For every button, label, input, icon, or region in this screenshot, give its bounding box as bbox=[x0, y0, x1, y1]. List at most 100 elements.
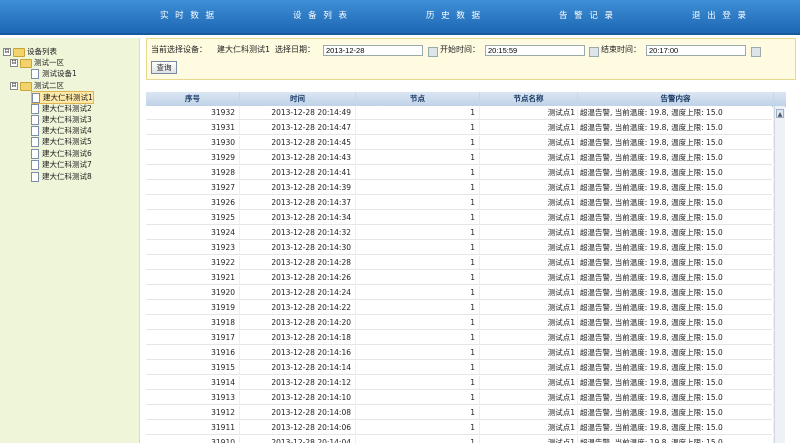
cell-node: 1 bbox=[356, 241, 480, 254]
cell-node-name: 测试点1 bbox=[480, 286, 578, 299]
table-row[interactable]: 31915 2013-12-28 20:14:14 1 测试点1 超温告警, 当前温度:… bbox=[146, 361, 774, 375]
table-row[interactable]: 31929 2013-12-28 20:14:43 1 测试点1 超温告警, 当前温度:… bbox=[146, 151, 774, 165]
cell-alarm-content: 超温告警, 当前温度: 19.8, 温度上限: 15.0 bbox=[578, 166, 774, 179]
cell-node-name: 测试点1 bbox=[480, 406, 578, 419]
collapse-icon[interactable]: ⊟ bbox=[10, 82, 18, 90]
collapse-icon[interactable]: ⊟ bbox=[3, 48, 11, 56]
cell-node: 1 bbox=[356, 151, 480, 164]
cell-alarm-content: 超温告警, 当前温度: 19.8, 温度上限: 15.0 bbox=[578, 346, 774, 359]
cell-index: 31915 bbox=[146, 361, 240, 374]
cell-time: 2013-12-28 20:14:45 bbox=[240, 136, 356, 149]
cell-node-name: 测试点1 bbox=[480, 151, 578, 164]
cell-node: 1 bbox=[356, 106, 480, 119]
table-row[interactable]: 31914 2013-12-28 20:14:12 1 测试点1 超温告警, 当前温度:… bbox=[146, 376, 774, 390]
table-row[interactable]: 31912 2013-12-28 20:14:08 1 测试点1 超温告警, 当前温度:… bbox=[146, 406, 774, 420]
cell-node-name: 测试点1 bbox=[480, 316, 578, 329]
cell-index: 31923 bbox=[146, 241, 240, 254]
column-header-alarm-content: 告警内容 bbox=[578, 92, 774, 106]
table-row[interactable]: 31923 2013-12-28 20:14:30 1 测试点1 超温告警, 当前温度:… bbox=[146, 241, 774, 255]
cell-time: 2013-12-28 20:14:16 bbox=[240, 346, 356, 359]
cell-node-name: 测试点1 bbox=[480, 211, 578, 224]
nav-device-list[interactable]: 设 备 列 表 bbox=[276, 0, 366, 33]
file-icon bbox=[31, 115, 39, 125]
cell-node-name: 测试点1 bbox=[480, 331, 578, 344]
cell-node: 1 bbox=[356, 256, 480, 269]
calendar-icon[interactable] bbox=[589, 47, 599, 57]
nav-history-data[interactable]: 历 史 数 据 bbox=[409, 0, 499, 33]
folder-icon bbox=[20, 58, 32, 68]
calendar-icon[interactable] bbox=[428, 47, 438, 57]
cell-index: 31912 bbox=[146, 406, 240, 419]
tree-device-label: 建大仁科测试1 bbox=[43, 93, 93, 102]
current-device-name: 建大仁科测试1 bbox=[217, 45, 271, 54]
cell-node-name: 测试点1 bbox=[480, 106, 578, 119]
end-time-label: 结束时间： bbox=[601, 45, 641, 54]
table-row[interactable]: 31919 2013-12-28 20:14:22 1 测试点1 超温告警, 当前温度:… bbox=[146, 301, 774, 315]
table-row[interactable]: 31911 2013-12-28 20:14:06 1 测试点1 超温告警, 当前温度:… bbox=[146, 421, 774, 435]
cell-alarm-content: 超温告警, 当前温度: 19.8, 温度上限: 15.0 bbox=[578, 391, 774, 404]
date-input[interactable] bbox=[323, 45, 423, 56]
cell-node-name: 测试点1 bbox=[480, 346, 578, 359]
tree-device-item[interactable]: 建大仁科测试3 bbox=[31, 114, 92, 125]
nav-logout[interactable]: 退 出 登 录 bbox=[675, 0, 765, 33]
table-row[interactable]: 31917 2013-12-28 20:14:18 1 测试点1 超温告警, 当前温度:… bbox=[146, 331, 774, 345]
cell-index: 31914 bbox=[146, 376, 240, 389]
tree-device-label: 建大仁科测试8 bbox=[42, 172, 92, 181]
cell-node-name: 测试点1 bbox=[480, 436, 578, 443]
table-row[interactable]: 31910 2013-12-28 20:14:04 1 测试点1 超温告警, 当前温度:… bbox=[146, 436, 774, 443]
tree-device-item[interactable]: 建大仁科测试4 bbox=[31, 125, 92, 136]
cell-alarm-content: 超温告警, 当前温度: 19.8, 温度上限: 15.0 bbox=[578, 181, 774, 194]
query-button[interactable]: 查询 bbox=[151, 61, 177, 74]
tree-device-item[interactable]: 建大仁科测试6 bbox=[31, 148, 92, 159]
tree-device-item[interactable]: 建大仁科测试8 bbox=[31, 171, 92, 182]
cell-index: 31921 bbox=[146, 271, 240, 284]
collapse-icon[interactable]: ⊟ bbox=[10, 59, 18, 67]
cell-time: 2013-12-28 20:14:18 bbox=[240, 331, 356, 344]
table-row[interactable]: 31920 2013-12-28 20:14:24 1 测试点1 超温告警, 当前温度:… bbox=[146, 286, 774, 300]
table-row[interactable]: 31932 2013-12-28 20:14:49 1 测试点1 超温告警, 当前温度:… bbox=[146, 106, 774, 120]
cell-time: 2013-12-28 20:14:32 bbox=[240, 226, 356, 239]
current-device-label: 当前选择设备： bbox=[151, 45, 207, 54]
table-row[interactable]: 31924 2013-12-28 20:14:32 1 测试点1 超温告警, 当前温度:… bbox=[146, 226, 774, 240]
date-label: 选择日期： bbox=[275, 45, 315, 54]
table-row[interactable]: 31926 2013-12-28 20:14:37 1 测试点1 超温告警, 当前温度:… bbox=[146, 196, 774, 210]
table-row[interactable]: 31925 2013-12-28 20:14:34 1 测试点1 超温告警, 当前温度:… bbox=[146, 211, 774, 225]
tree-root[interactable]: ⊟ 设备列表 bbox=[3, 46, 57, 57]
cell-time: 2013-12-28 20:14:37 bbox=[240, 196, 356, 209]
tree-device-label: 建大仁科测试5 bbox=[42, 137, 92, 146]
table-row[interactable]: 31931 2013-12-28 20:14:47 1 测试点1 超温告警, 当前温度:… bbox=[146, 121, 774, 135]
table-row[interactable]: 31916 2013-12-28 20:14:16 1 测试点1 超温告警, 当前温度:… bbox=[146, 346, 774, 360]
scroll-up-icon[interactable]: ▲ bbox=[776, 109, 784, 118]
table-row[interactable]: 31928 2013-12-28 20:14:41 1 测试点1 超温告警, 当前温度:… bbox=[146, 166, 774, 180]
cell-node-name: 测试点1 bbox=[480, 421, 578, 434]
tree-zone-2[interactable]: ⊟ 测试二区 bbox=[10, 80, 64, 91]
cell-time: 2013-12-28 20:14:47 bbox=[240, 121, 356, 134]
cell-index: 31913 bbox=[146, 391, 240, 404]
cell-alarm-content: 超温告警, 当前温度: 19.8, 温度上限: 15.0 bbox=[578, 226, 774, 239]
tree-device-item[interactable]: 测试设备1 bbox=[31, 68, 77, 79]
tree-device-item[interactable]: 建大仁科测试7 bbox=[31, 159, 92, 170]
vertical-scrollbar[interactable]: ▲ bbox=[774, 106, 785, 443]
cell-alarm-content: 超温告警, 当前温度: 19.8, 温度上限: 15.0 bbox=[578, 286, 774, 299]
cell-node: 1 bbox=[356, 211, 480, 224]
cell-time: 2013-12-28 20:14:49 bbox=[240, 106, 356, 119]
table-row[interactable]: 31927 2013-12-28 20:14:39 1 测试点1 超温告警, 当前温度:… bbox=[146, 181, 774, 195]
tree-zone-1[interactable]: ⊟ 测试一区 bbox=[10, 57, 64, 68]
tree-device-item[interactable]: 建大仁科测试5 bbox=[31, 136, 92, 147]
cell-node-name: 测试点1 bbox=[480, 376, 578, 389]
cell-time: 2013-12-28 20:14:43 bbox=[240, 151, 356, 164]
file-icon bbox=[31, 126, 39, 136]
nav-realtime-data[interactable]: 实 时 数 据 bbox=[143, 0, 233, 33]
tree-device-item[interactable]: 建大仁科测试2 bbox=[31, 103, 92, 114]
table-row[interactable]: 31930 2013-12-28 20:14:45 1 测试点1 超温告警, 当前温度:… bbox=[146, 136, 774, 150]
nav-alarm-records[interactable]: 告 警 记 录 bbox=[542, 0, 632, 33]
table-row[interactable]: 31918 2013-12-28 20:14:20 1 测试点1 超温告警, 当前温度:… bbox=[146, 316, 774, 330]
table-row[interactable]: 31913 2013-12-28 20:14:10 1 测试点1 超温告警, 当前温度:… bbox=[146, 391, 774, 405]
end-time-input[interactable] bbox=[646, 45, 746, 56]
table-row[interactable]: 31922 2013-12-28 20:14:28 1 测试点1 超温告警, 当前温度:… bbox=[146, 256, 774, 270]
cell-alarm-content: 超温告警, 当前温度: 19.8, 温度上限: 15.0 bbox=[578, 196, 774, 209]
table-row[interactable]: 31921 2013-12-28 20:14:26 1 测试点1 超温告警, 当前温度:… bbox=[146, 271, 774, 285]
cell-node: 1 bbox=[356, 301, 480, 314]
start-time-input[interactable] bbox=[485, 45, 585, 56]
calendar-icon[interactable] bbox=[751, 47, 761, 57]
